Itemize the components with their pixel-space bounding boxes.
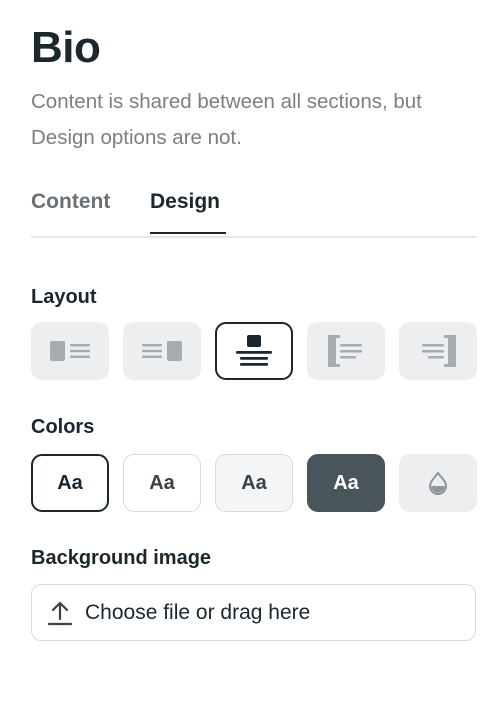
colors-label: Colors xyxy=(31,416,95,438)
color-options: Aa Aa Aa Aa xyxy=(31,454,477,512)
layout-bar-left-icon xyxy=(328,335,362,367)
color-drop-icon xyxy=(428,471,448,495)
color-option-dark[interactable]: Aa xyxy=(307,454,385,512)
color-option-light-gray[interactable]: Aa xyxy=(215,454,293,512)
background-image-upload[interactable]: Choose file or drag here xyxy=(31,584,476,641)
upload-label: Choose file or drag here xyxy=(85,601,311,624)
layout-options xyxy=(31,322,477,380)
layout-image-top-centered-icon xyxy=(236,335,272,366)
color-sample-text: Aa xyxy=(57,471,83,494)
tab-bar: Content Design xyxy=(31,186,476,238)
background-image-label: Background image xyxy=(31,547,212,569)
layout-image-left-icon xyxy=(50,341,90,361)
tab-content[interactable]: Content xyxy=(31,186,110,218)
layout-image-right-icon xyxy=(142,341,182,361)
layout-option-image-left[interactable] xyxy=(31,322,109,380)
color-option-white[interactable]: Aa xyxy=(123,454,201,512)
layout-label: Layout xyxy=(31,286,97,308)
color-sample-text: Aa xyxy=(241,471,267,494)
page-subtitle: Content is shared between all sections, … xyxy=(31,90,422,149)
color-sample-text: Aa xyxy=(149,471,175,494)
layout-option-image-top-centered[interactable] xyxy=(215,322,293,380)
color-option-custom[interactable] xyxy=(399,454,477,512)
active-tab-indicator xyxy=(150,232,226,234)
page-title: Bio xyxy=(31,23,101,72)
layout-option-bar-left[interactable] xyxy=(307,322,385,380)
color-sample-text: Aa xyxy=(333,471,359,494)
color-option-light-outline[interactable]: Aa xyxy=(31,454,109,512)
upload-icon xyxy=(48,601,72,626)
layout-option-image-right[interactable] xyxy=(123,322,201,380)
tab-design[interactable]: Design xyxy=(150,186,220,218)
layout-option-bar-right[interactable] xyxy=(399,322,477,380)
layout-bar-right-icon xyxy=(422,335,456,367)
